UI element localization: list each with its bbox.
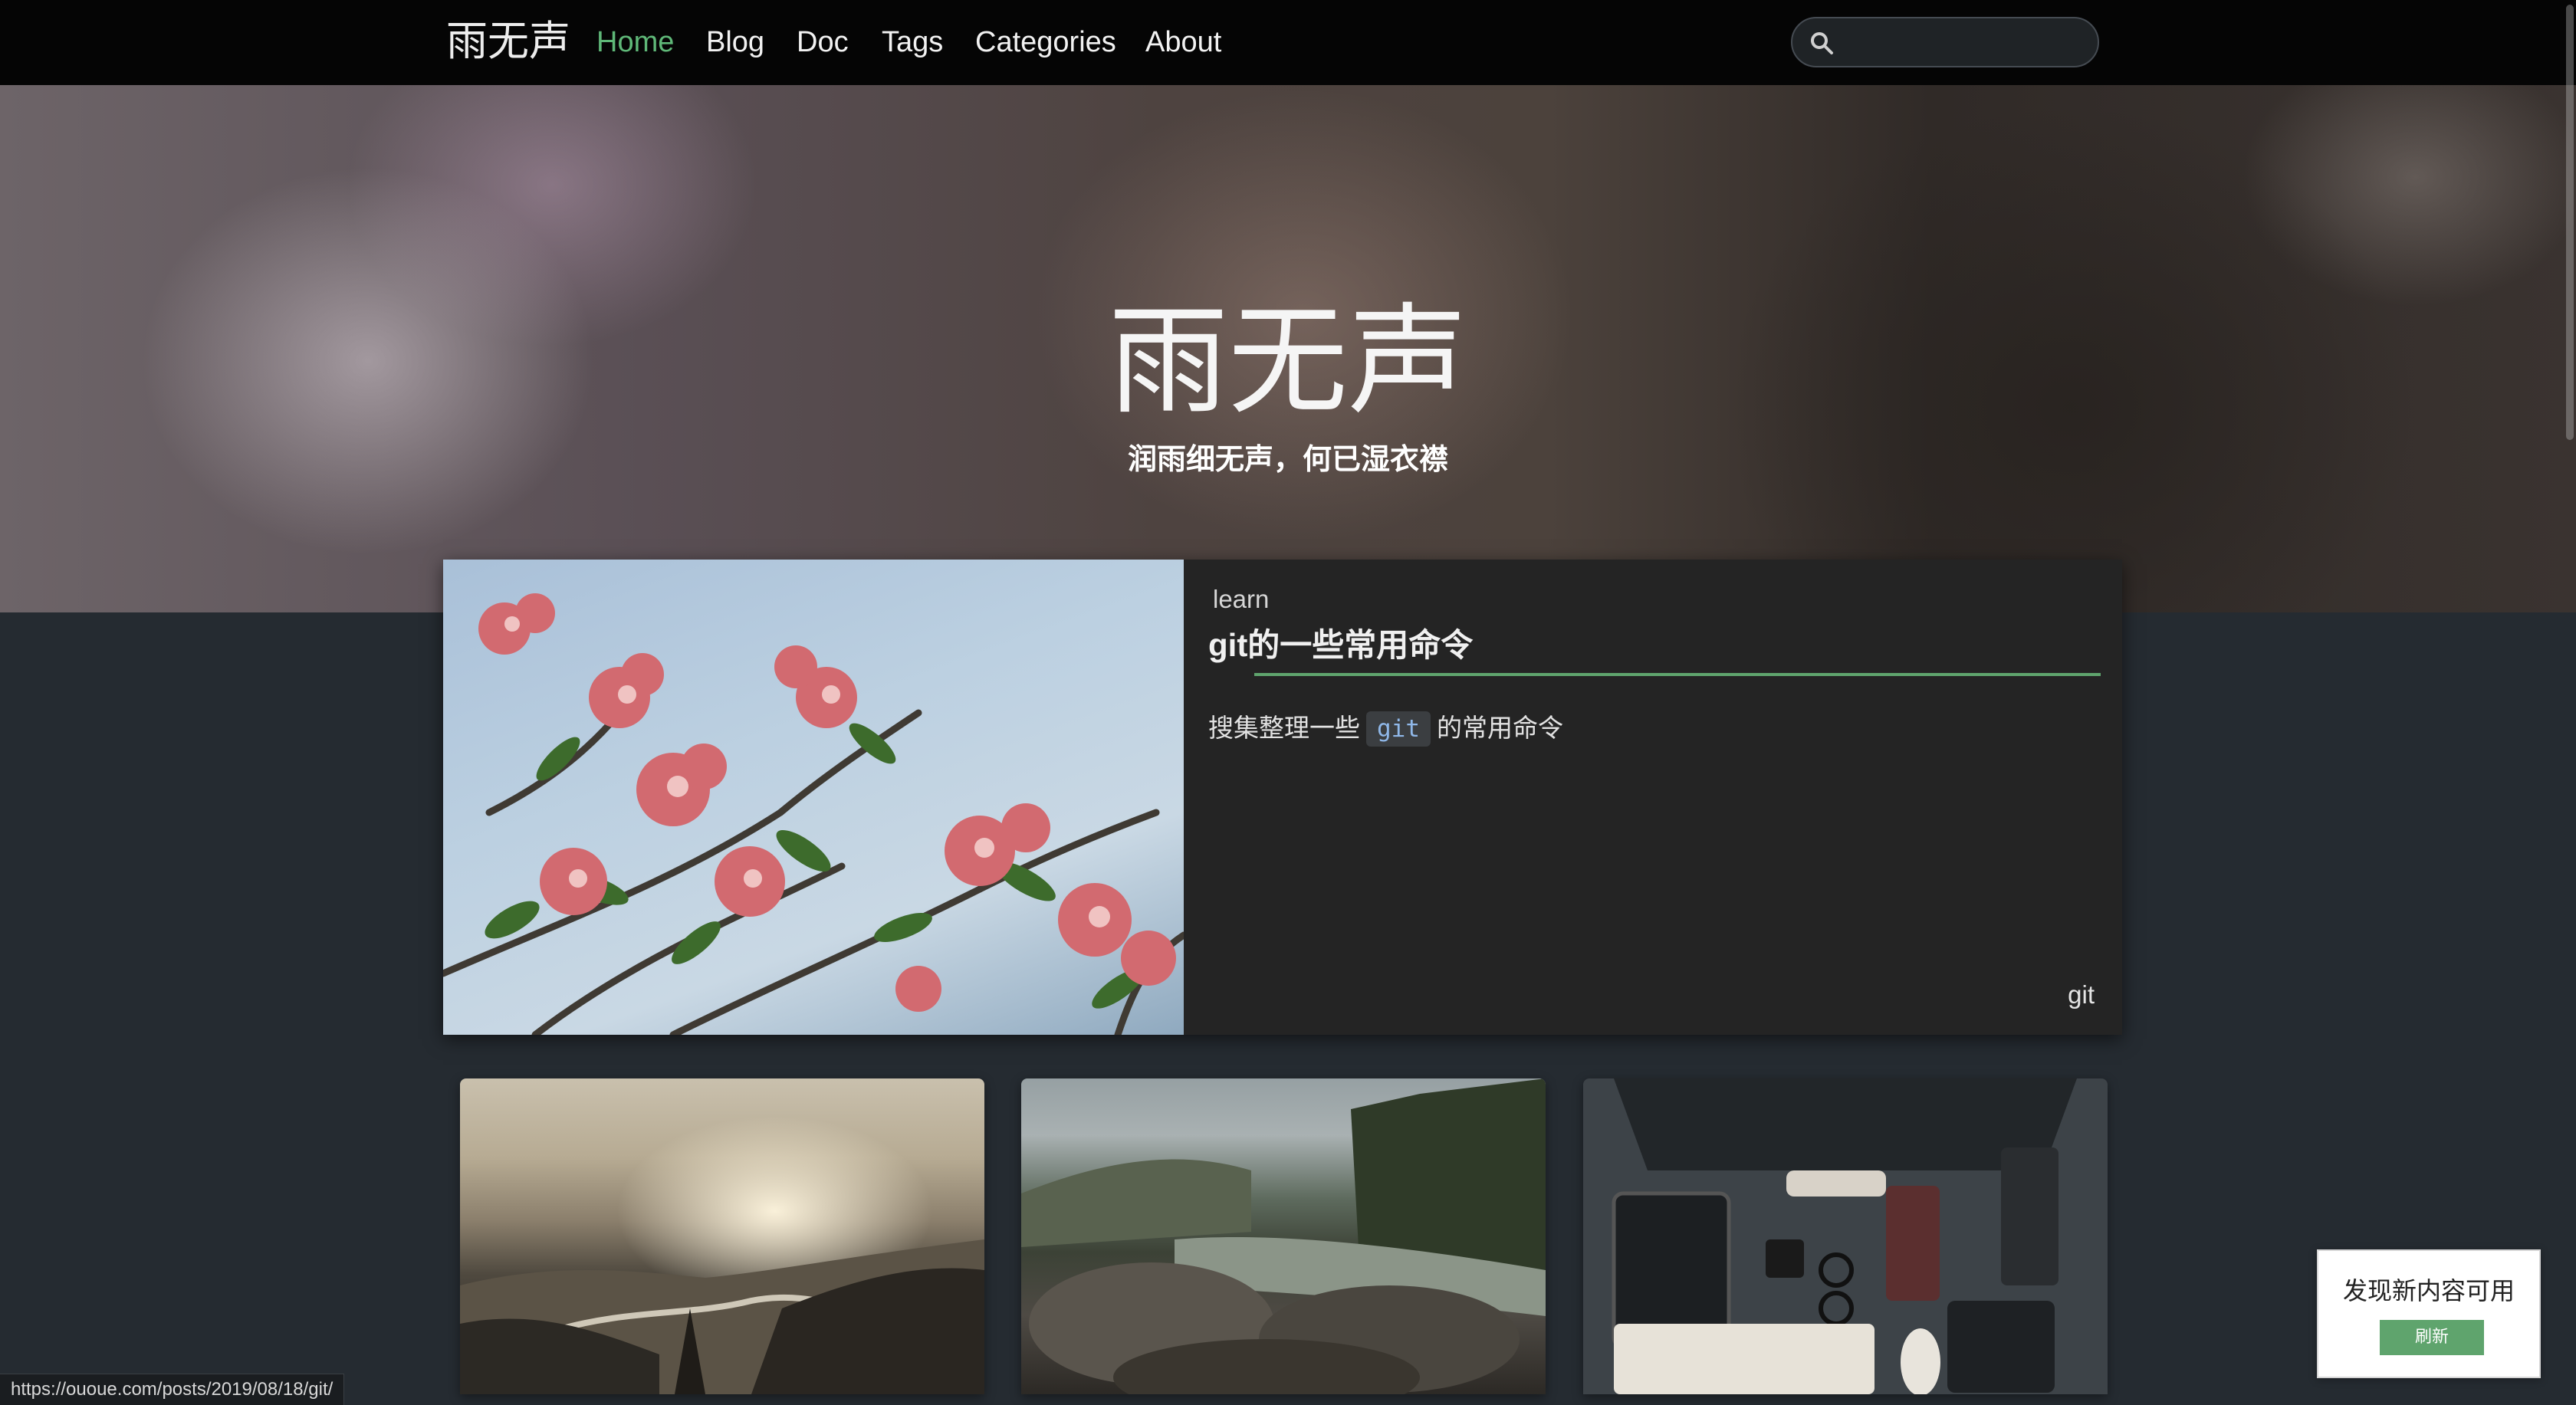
nav-item-doc[interactable]: Doc — [797, 23, 849, 61]
river-rocks-illustration — [1021, 1078, 1546, 1394]
post-card-image[interactable] — [1583, 1078, 2108, 1394]
hero-subtitle: 润雨细无声，何已湿衣襟 — [1127, 442, 1448, 476]
excerpt-text-before: 搜集整理一些 — [1208, 714, 1360, 742]
excerpt-inline-code: git — [1366, 711, 1431, 747]
update-toast: 发现新内容可用 刷新 — [2317, 1249, 2541, 1378]
search-icon — [1811, 32, 1833, 54]
nav-item-blog[interactable]: Blog — [706, 23, 764, 61]
scrollbar-thumb[interactable] — [2566, 5, 2574, 440]
featured-post-image[interactable] — [443, 560, 1184, 1035]
title-underline — [1254, 673, 2101, 676]
page-scrollbar[interactable] — [2564, 0, 2576, 1404]
featured-post-tag[interactable]: git — [2068, 978, 2095, 1012]
status-bar-url: https://ououe.com/posts/2019/08/18/git/ — [0, 1374, 345, 1405]
nav-item-about[interactable]: About — [1145, 23, 1221, 61]
site-brand[interactable]: 雨无声 — [446, 14, 570, 69]
featured-post-excerpt: 搜集整理一些 git 的常用命令 — [1208, 705, 1563, 751]
featured-post-category[interactable]: learn — [1213, 583, 1269, 616]
hero-banner: 雨无声 润雨细无声，何已湿衣襟 — [0, 85, 2576, 612]
featured-post-card[interactable]: learn git的一些常用命令 搜集整理一些 git 的常用命令 git — [443, 560, 2122, 1035]
nav-item-home[interactable]: Home — [596, 23, 674, 61]
excerpt-text-after: 的常用命令 — [1437, 714, 1563, 742]
featured-post-title[interactable]: git的一些常用命令 — [1208, 624, 1473, 667]
flower-branches-illustration — [443, 593, 1184, 1035]
hero-title: 雨无声 — [1109, 291, 1467, 431]
post-card-image[interactable] — [1021, 1078, 1546, 1394]
toast-message: 发现新内容可用 — [2342, 1276, 2515, 1305]
refresh-button[interactable]: 刷新 — [2380, 1320, 2484, 1355]
nav-item-categories[interactable]: Categories — [975, 23, 1116, 61]
nav-item-tags[interactable]: Tags — [882, 23, 943, 61]
top-navbar: 雨无声 Home Blog Doc Tags Categories About — [0, 0, 2576, 85]
desk-flatlay-illustration — [1612, 1078, 2077, 1394]
post-card-image[interactable] — [460, 1078, 984, 1394]
valley-sunset-illustration — [460, 1078, 984, 1394]
search-input[interactable] — [1791, 17, 2099, 67]
